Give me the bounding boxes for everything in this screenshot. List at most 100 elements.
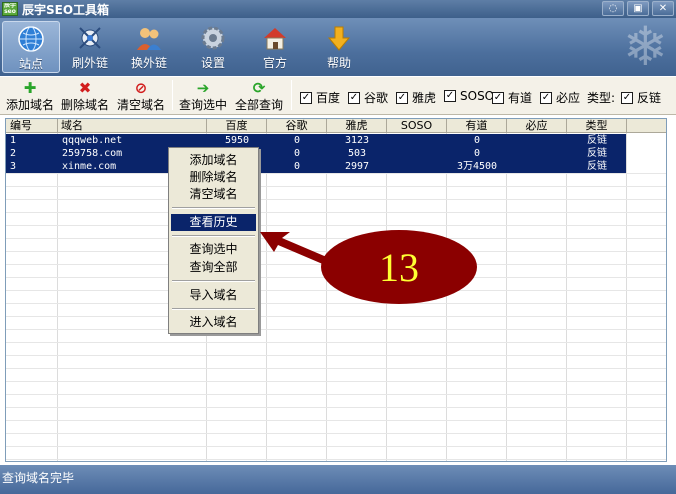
main-toolbar: ❄ 站点 刷外链 换外链 设置 官方 帮助	[0, 18, 676, 76]
toolbar-official-label: 官方	[262, 56, 287, 70]
check-yahoo-label: 雅虎	[412, 91, 437, 105]
globe-icon	[16, 25, 46, 53]
menu-item-add-domain[interactable]: 添加域名	[171, 152, 256, 169]
toolbar-separator	[172, 80, 173, 110]
col-header-soso[interactable]: SOSO	[387, 119, 447, 133]
checkbox-checked-icon: ✓	[540, 91, 552, 104]
check-backlink-type-label: 反链	[637, 91, 662, 105]
table-row[interactable]: 1 qqqweb.net 5950 0 3123 0 反链	[6, 134, 626, 147]
cell-yahoo: 503	[347, 148, 367, 159]
add-domain-button[interactable]: ✚ 添加域名	[4, 80, 56, 113]
check-baidu[interactable]: ✓ 百度	[300, 89, 340, 106]
cell-bing	[507, 160, 567, 173]
toolbar-sites-button[interactable]: 站点	[2, 21, 60, 73]
menu-separator	[172, 280, 255, 282]
grid-line	[6, 212, 666, 213]
check-youdao-label: 有道	[508, 91, 533, 105]
table-row[interactable]: 2 259758.com 0 503 0 反链	[6, 147, 626, 160]
users-icon	[134, 24, 164, 52]
menu-item-delete-domain[interactable]: 删除域名	[171, 169, 256, 186]
col-header-youdao[interactable]: 有道	[447, 119, 507, 133]
col-header-yahoo[interactable]: 雅虎	[327, 119, 387, 133]
check-soso-label: SOSO	[460, 89, 495, 103]
check-bing[interactable]: ✓ 必应	[540, 89, 580, 106]
cell-id: 1	[10, 135, 17, 146]
menu-item-import-domain[interactable]: 导入域名	[171, 287, 256, 304]
menu-item-view-history[interactable]: 查看历史	[171, 214, 256, 231]
cell-type: 反链	[587, 135, 607, 146]
close-icon[interactable]: ✕	[652, 1, 674, 16]
toolbar-exchange-links-button[interactable]: 换外链	[120, 21, 178, 73]
cell-yahoo: 2997	[344, 161, 370, 172]
grid-line	[6, 225, 666, 226]
checkbox-checked-icon: ✓	[444, 90, 456, 102]
check-google[interactable]: ✓ 谷歌	[348, 89, 388, 106]
grid-line	[6, 329, 666, 330]
help-arrow-icon	[324, 24, 354, 52]
grid-line	[6, 433, 666, 434]
grid-line	[6, 394, 666, 395]
check-youdao[interactable]: ✓ 有道	[492, 89, 532, 106]
checkbox-checked-icon: ✓	[300, 91, 312, 104]
menu-separator	[172, 207, 255, 209]
grid-line	[566, 133, 567, 461]
menu-item-query-selected[interactable]: 查询选中	[171, 241, 256, 258]
grid-line	[6, 459, 666, 460]
grid-line	[6, 407, 666, 408]
clear-domain-button[interactable]: ⊘ 清空域名	[115, 80, 167, 113]
title-bar: 辰宇 seo 辰宇SEO工具箱 ◌ ▣ ✕	[0, 0, 676, 18]
cell-youdao: 0	[473, 148, 481, 159]
table-row[interactable]: 3 xinme.com 0 2997 3万4500 反链	[6, 160, 626, 173]
check-soso[interactable]: ✓ SOSO	[444, 89, 494, 103]
grid-line	[506, 133, 507, 461]
menu-separator	[172, 235, 255, 237]
cell-yahoo: 3123	[344, 135, 370, 146]
col-header-type[interactable]: 类型	[567, 119, 627, 133]
toolbar-brush-links-button[interactable]: 刷外链	[61, 21, 119, 73]
checkbox-checked-icon: ✓	[492, 91, 504, 104]
cell-google: 0	[293, 135, 301, 146]
window-title: 辰宇SEO工具箱	[22, 2, 110, 17]
cell-domain: qqqweb.net	[62, 135, 123, 146]
toolbar-help-button[interactable]: 帮助	[310, 21, 368, 73]
restore-icon[interactable]: ◌	[602, 1, 624, 16]
check-backlink-type[interactable]: ✓ 反链	[621, 89, 661, 106]
cell-soso	[387, 134, 447, 147]
status-bar: 查询域名完毕	[0, 465, 676, 494]
checkbox-checked-icon: ✓	[396, 91, 408, 104]
menu-item-clear-domain[interactable]: 清空域名	[171, 186, 256, 203]
clear-domain-label: 清空域名	[116, 98, 165, 112]
col-header-google[interactable]: 谷歌	[267, 119, 327, 133]
col-header-bing[interactable]: 必应	[507, 119, 567, 133]
maximize-icon[interactable]: ▣	[627, 1, 649, 16]
toolbar-settings-button[interactable]: 设置	[184, 21, 242, 73]
check-yahoo[interactable]: ✓ 雅虎	[396, 89, 436, 106]
cell-baidu: 5950	[224, 135, 250, 146]
toolbar-help-label: 帮助	[326, 56, 351, 70]
toolbar-official-button[interactable]: 官方	[246, 21, 304, 73]
col-header-id[interactable]: 编号	[6, 119, 58, 133]
grid-line	[6, 342, 666, 343]
type-label: 类型:	[587, 91, 616, 105]
grid-line	[57, 133, 58, 461]
checkbox-checked-icon: ✓	[348, 91, 360, 104]
query-all-button[interactable]: ⟳ 全部查询	[233, 80, 285, 113]
callout-number: 13	[379, 245, 419, 290]
menu-item-enter-domain[interactable]: 进入域名	[171, 314, 256, 331]
col-header-domain[interactable]: 域名	[58, 119, 207, 133]
context-menu: 添加域名 删除域名 清空域名 查看历史 查询选中 查询全部 导入域名 进入域名	[168, 147, 259, 334]
query-selected-button[interactable]: ➔ 查询选中	[177, 80, 229, 113]
toolbar-brush-links-label: 刷外链	[71, 56, 108, 70]
grid-line	[6, 355, 666, 356]
toolbar-exchange-links-label: 换外链	[130, 56, 167, 70]
delete-x-icon: ✖	[78, 79, 92, 97]
delete-domain-button[interactable]: ✖ 删除域名	[59, 80, 111, 113]
menu-item-query-all[interactable]: 查询全部	[171, 259, 256, 276]
toolbar-settings-label: 设置	[200, 56, 225, 70]
col-header-baidu[interactable]: 百度	[207, 119, 267, 133]
window-controls: ◌ ▣ ✕	[602, 1, 674, 16]
grid-line	[6, 446, 666, 447]
delete-domain-label: 删除域名	[60, 98, 109, 112]
grid-line	[6, 186, 666, 187]
action-bar: ✚ 添加域名 ✖ 删除域名 ⊘ 清空域名 ➔ 查询选中 ⟳ 全部查询 ✓ 百度 ✓…	[0, 77, 676, 115]
